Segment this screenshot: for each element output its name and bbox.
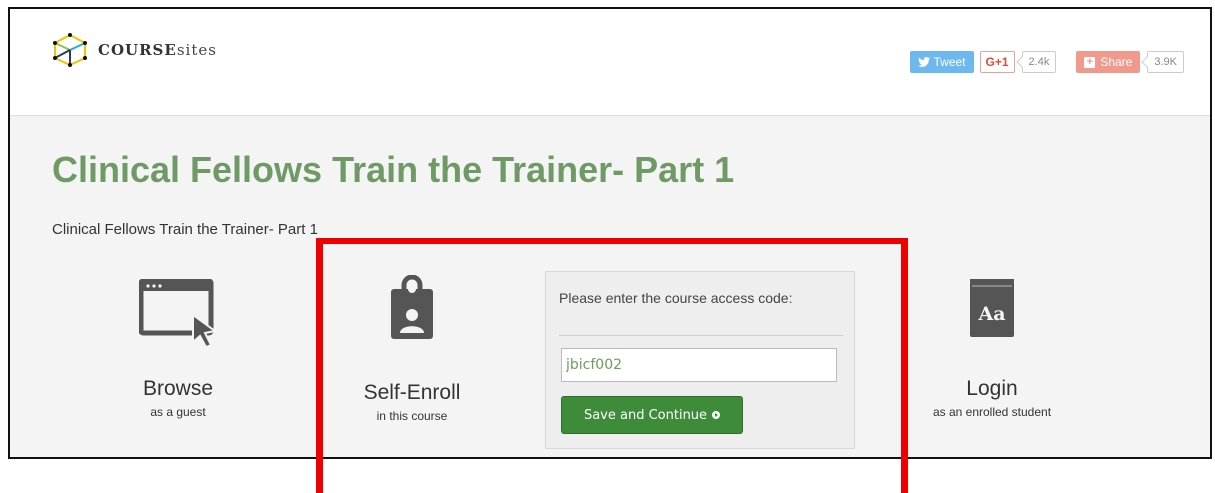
highlight-box-right bbox=[901, 238, 908, 493]
tweet-label: Tweet bbox=[933, 55, 966, 69]
self-enroll-label: Self-Enroll bbox=[363, 381, 461, 404]
svg-text:Aa: Aa bbox=[977, 303, 1005, 325]
page-title: Clinical Fellows Train the Trainer- Part… bbox=[52, 149, 735, 190]
highlight-box-top bbox=[316, 238, 908, 244]
browser-frame: COURSEsites Tweet G+1 2.4k + Share 3.9K … bbox=[8, 7, 1212, 459]
access-code-panel: Please enter the course access code: Sav… bbox=[545, 271, 855, 449]
social-bar: Tweet G+1 2.4k + Share 3.9K bbox=[909, 51, 1184, 73]
browse-label: Browse bbox=[142, 377, 214, 400]
site-header: COURSEsites Tweet G+1 2.4k + Share 3.9K bbox=[10, 9, 1210, 116]
login-sublabel: as an enrolled student bbox=[932, 405, 1052, 419]
self-enroll-option[interactable]: Self-Enroll in this course bbox=[292, 275, 532, 423]
course-description: Clinical Fellows Train the Trainer- Part… bbox=[52, 221, 318, 238]
twitter-bird-icon bbox=[917, 57, 930, 67]
access-code-input[interactable] bbox=[561, 348, 837, 382]
plus-icon: + bbox=[1084, 56, 1096, 68]
save-and-continue-label: Save and Continue bbox=[583, 407, 708, 423]
logo-wordmark: COURSEsites bbox=[98, 41, 217, 59]
share-count: 3.9K bbox=[1147, 51, 1184, 73]
cube-logo-icon bbox=[53, 33, 87, 67]
share-button[interactable]: + Share bbox=[1076, 51, 1141, 73]
coursesites-logo[interactable]: COURSEsites bbox=[52, 33, 217, 67]
browser-window-cursor-icon bbox=[139, 279, 217, 347]
login-label: Login bbox=[966, 377, 1018, 400]
self-enroll-sublabel: in this course bbox=[376, 409, 448, 423]
highlight-box-left bbox=[316, 238, 323, 493]
share-label: Share bbox=[1100, 55, 1133, 69]
book-icon: Aa bbox=[970, 279, 1014, 337]
google-plus-button[interactable]: G+1 bbox=[979, 51, 1015, 73]
form-divider bbox=[559, 335, 843, 336]
arrow-right-circle-icon bbox=[712, 411, 721, 419]
save-and-continue-button[interactable]: Save and Continue bbox=[561, 396, 743, 434]
browse-sublabel: as a guest bbox=[150, 405, 206, 419]
browse-option[interactable]: Browse as a guest bbox=[58, 279, 298, 419]
tweet-button[interactable]: Tweet bbox=[909, 51, 974, 73]
google-plus-count: 2.4k bbox=[1021, 51, 1057, 73]
access-code-prompt: Please enter the course access code: bbox=[559, 290, 793, 306]
id-badge-icon bbox=[391, 275, 433, 339]
login-option[interactable]: Aa Login as an enrolled student bbox=[872, 277, 1112, 419]
